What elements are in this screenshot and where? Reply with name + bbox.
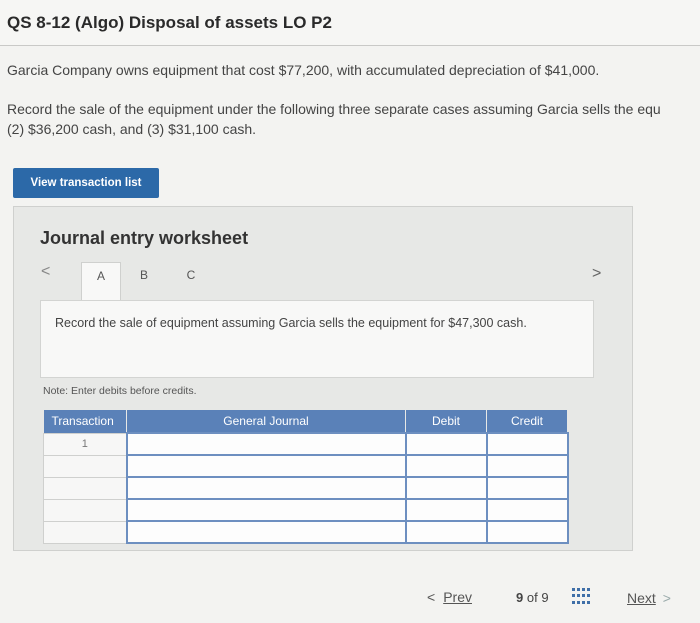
header-debit: Debit [405, 410, 487, 433]
question-instruction: Record the sale of the equipment under t… [7, 99, 700, 139]
table-row [43, 454, 569, 478]
next-button[interactable]: Next > [627, 590, 671, 606]
transaction-cell [43, 454, 127, 478]
prompt-text: Record the sale of equipment assuming Ga… [55, 316, 527, 330]
debit-input[interactable] [404, 476, 488, 500]
instruction-line-1: Record the sale of the equipment under t… [7, 101, 661, 117]
transaction-cell: 1 [43, 432, 127, 456]
tab-a[interactable]: A [81, 262, 121, 302]
transaction-cell [43, 498, 127, 522]
instruction-line-2: (2) $36,200 cash, and (3) $31,100 cash. [7, 121, 257, 137]
account-input[interactable] [125, 454, 407, 478]
entry-note: Note: Enter debits before credits. [43, 385, 197, 397]
transaction-cell [43, 476, 127, 500]
debit-input[interactable] [404, 432, 488, 456]
credit-input[interactable] [485, 454, 569, 478]
page-total: 9 [541, 590, 549, 605]
account-input[interactable] [125, 498, 407, 522]
view-transaction-list-button[interactable]: View transaction list [13, 168, 159, 198]
header-credit: Credit [486, 410, 568, 433]
grid-menu-icon[interactable] [572, 588, 592, 605]
credit-input[interactable] [485, 476, 569, 500]
page-indicator: 9 of 9 [516, 590, 549, 605]
page-of: of [526, 590, 538, 605]
debit-input[interactable] [404, 520, 488, 544]
tab-b[interactable]: B [130, 262, 158, 300]
journal-table: Transaction General Journal Debit Credit… [43, 410, 569, 544]
debit-input[interactable] [404, 498, 488, 522]
credit-input[interactable] [485, 520, 569, 544]
account-input[interactable] [125, 476, 407, 500]
next-label: Next [627, 590, 656, 606]
prev-label: Prev [443, 589, 472, 605]
question-intro: Garcia Company owns equipment that cost … [7, 62, 600, 78]
worksheet-title: Journal entry worksheet [40, 228, 249, 248]
prev-button[interactable]: < Prev [427, 589, 472, 605]
chevron-right-icon[interactable]: > [592, 265, 601, 283]
chevron-left-icon[interactable]: < [41, 263, 50, 281]
chevron-left-icon: < [427, 589, 436, 605]
question-title: QS 8-12 (Algo) Disposal of assets LO P2 [7, 13, 332, 32]
table-row [43, 520, 569, 544]
prompt-panel: Record the sale of equipment assuming Ga… [40, 300, 594, 378]
table-header-row: Transaction General Journal Debit Credit [43, 410, 568, 433]
page-current: 9 [516, 590, 524, 605]
table-row [43, 476, 569, 500]
credit-input[interactable] [485, 498, 569, 522]
debit-input[interactable] [404, 454, 488, 478]
header-transaction: Transaction [43, 410, 127, 433]
account-input[interactable] [125, 520, 407, 544]
chevron-right-icon: > [662, 590, 671, 606]
tab-c[interactable]: C [177, 262, 205, 300]
transaction-cell [43, 520, 127, 544]
header-general-journal: General Journal [126, 410, 406, 433]
table-row: 1 [43, 432, 569, 456]
table-row [43, 498, 569, 522]
account-input[interactable] [125, 432, 407, 456]
credit-input[interactable] [485, 432, 569, 456]
journal-entry-worksheet: Journal entry worksheet < A B C > Record… [13, 206, 633, 551]
